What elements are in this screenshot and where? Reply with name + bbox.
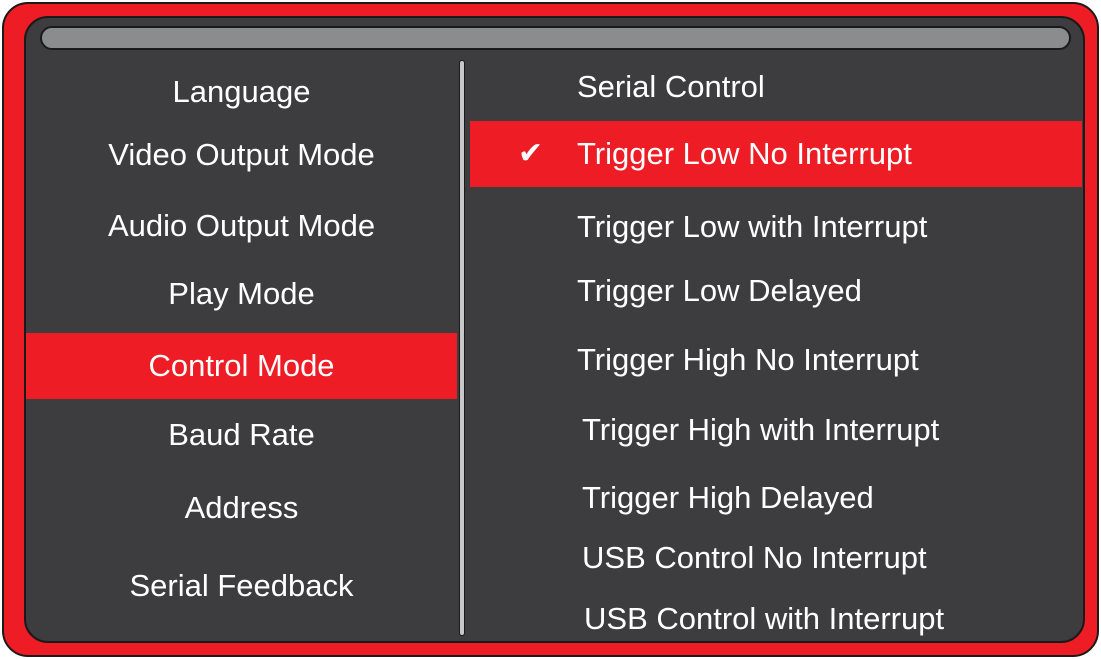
option-serial-control[interactable]: Serial Control	[470, 56, 1082, 118]
option-usb-control-with-interrupt[interactable]: USB Control with Interrupt	[470, 588, 1082, 641]
option-label: Trigger Low Delayed	[577, 273, 862, 308]
check-icon: ✔	[518, 137, 544, 170]
option-label: Trigger High Delayed	[582, 480, 874, 515]
menu-item-label: Control Mode	[148, 348, 335, 383]
option-label: Trigger High No Interrupt	[577, 342, 919, 377]
menu-item-audio-output-mode[interactable]: Audio Output Mode	[26, 194, 457, 258]
option-trigger-high-no-interrupt[interactable]: Trigger High No Interrupt	[470, 329, 1082, 391]
menu-item-label: Language	[172, 74, 311, 109]
option-trigger-low-delayed[interactable]: Trigger Low Delayed	[470, 260, 1082, 322]
option-trigger-low-no-interrupt[interactable]: ✔ Trigger Low No Interrupt	[470, 121, 1082, 187]
option-label: Serial Control	[577, 69, 765, 104]
menu-screen: Language Video Output Mode Audio Output …	[24, 16, 1085, 643]
option-label: Trigger Low No Interrupt	[577, 136, 912, 171]
menu-item-label: Audio Output Mode	[107, 208, 376, 243]
menu-item-label: Play Mode	[168, 276, 315, 311]
menu-item-label: Baud Rate	[168, 417, 315, 452]
option-label: USB Control with Interrupt	[584, 601, 945, 636]
menu-item-language[interactable]: Language	[26, 60, 457, 124]
option-trigger-low-with-interrupt[interactable]: Trigger Low with Interrupt	[470, 196, 1082, 258]
menu-item-baud-rate[interactable]: Baud Rate	[26, 403, 457, 467]
menu-item-control-mode[interactable]: Control Mode	[26, 333, 457, 399]
title-bar	[40, 26, 1071, 50]
option-label: USB Control No Interrupt	[582, 540, 927, 575]
option-usb-control-no-interrupt[interactable]: USB Control No Interrupt	[470, 527, 1082, 589]
option-trigger-high-with-interrupt[interactable]: Trigger High with Interrupt	[470, 399, 1082, 461]
menu-item-label: Video Output Mode	[108, 137, 375, 172]
menu-item-label: Serial Feedback	[129, 568, 354, 603]
menu-item-play-mode[interactable]: Play Mode	[26, 262, 457, 326]
option-label: Trigger High with Interrupt	[582, 412, 940, 447]
menu-item-video-output-mode[interactable]: Video Output Mode	[26, 123, 457, 187]
option-label: Trigger Low with Interrupt	[577, 209, 928, 244]
device-frame: Language Video Output Mode Audio Output …	[2, 2, 1099, 657]
menu-item-serial-feedback[interactable]: Serial Feedback	[26, 554, 457, 618]
scrollbar[interactable]	[459, 60, 465, 636]
menu-item-label: Address	[184, 490, 299, 525]
option-trigger-high-delayed[interactable]: Trigger High Delayed	[470, 467, 1082, 529]
menu-item-address[interactable]: Address	[26, 476, 457, 540]
